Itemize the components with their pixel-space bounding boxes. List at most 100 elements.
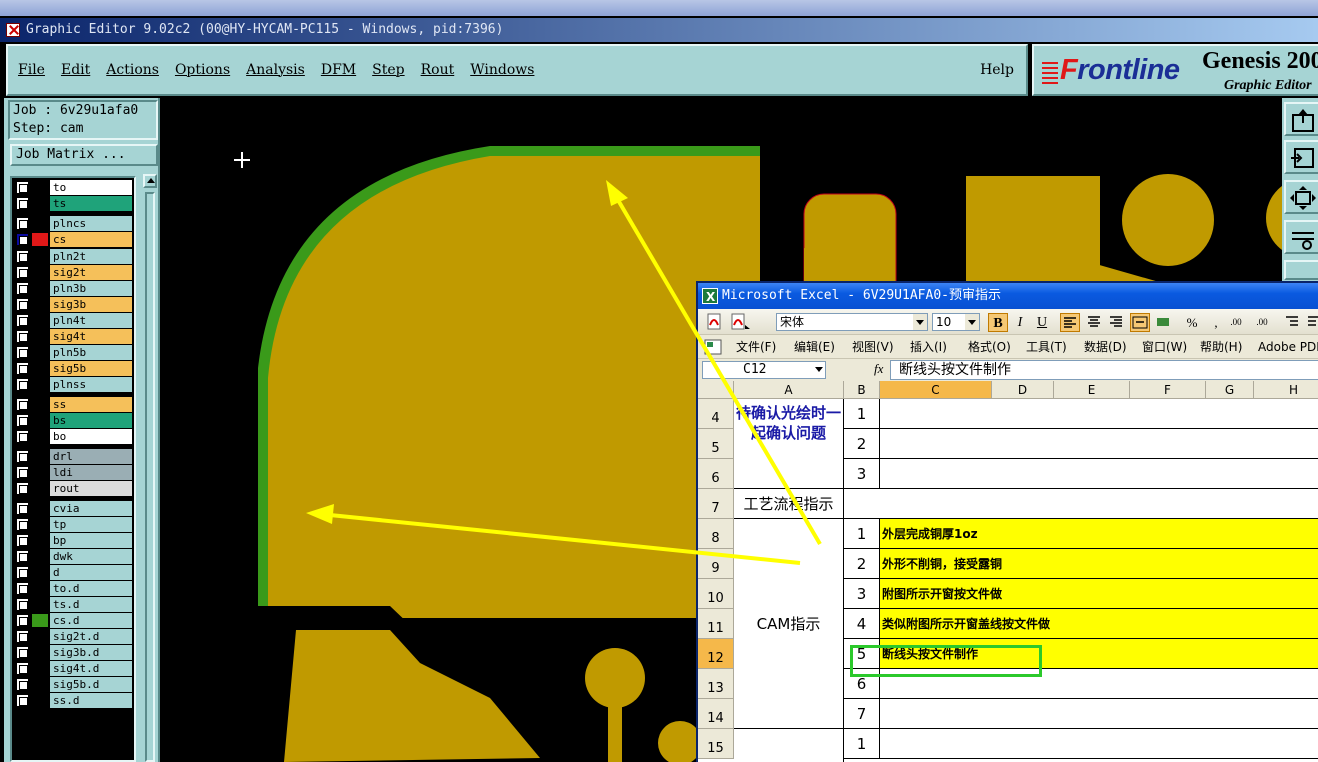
cam-item-7[interactable] <box>880 699 1318 729</box>
layer-checkbox[interactable] <box>16 534 29 547</box>
menu-help[interactable]: Help <box>980 62 1014 78</box>
cell-num[interactable]: 1 <box>844 519 880 549</box>
layer-row-cs-d[interactable]: cs.d <box>14 613 132 628</box>
layer-name[interactable]: to <box>50 180 132 195</box>
layer-checkbox[interactable] <box>16 630 29 643</box>
layer-name[interactable]: rout <box>50 481 132 496</box>
layer-name[interactable]: d <box>50 565 132 580</box>
layer-name[interactable]: cs <box>50 232 132 247</box>
layer-checkbox[interactable] <box>16 550 29 563</box>
xl-menu-view[interactable]: 视图(V) <box>852 335 894 359</box>
layer-name[interactable]: cs.d <box>50 613 132 628</box>
pdf-email-button[interactable] <box>730 313 750 331</box>
align-center-button[interactable] <box>1084 313 1104 332</box>
layer-checkbox[interactable] <box>16 314 29 327</box>
layer-row-sig5b-d[interactable]: sig5b.d <box>14 677 132 692</box>
row-header-selected[interactable]: 12 <box>698 639 734 669</box>
layer-name[interactable]: ldi <box>50 465 132 480</box>
cell-num[interactable]: 1 <box>844 729 880 759</box>
currency-button[interactable] <box>1156 313 1170 332</box>
layer-row-ts-d[interactable]: ts.d <box>14 597 132 612</box>
chevron-down-icon[interactable] <box>965 314 979 330</box>
menu-edit[interactable]: Edit <box>61 62 90 78</box>
row-header[interactable]: 11 <box>698 609 734 639</box>
menu-windows[interactable]: Windows <box>470 62 534 78</box>
italic-button[interactable]: I <box>1010 313 1030 332</box>
menu-step[interactable]: Step <box>372 62 404 78</box>
layer-row-pln2t[interactable]: pln2t <box>14 249 132 264</box>
layer-checkbox[interactable] <box>16 378 29 391</box>
row-header[interactable]: 5 <box>698 429 734 459</box>
layer-name[interactable]: pln2t <box>50 249 132 264</box>
layer-checkbox[interactable] <box>16 450 29 463</box>
layer-color-swatch[interactable] <box>32 466 48 479</box>
layer-name[interactable]: plnss <box>50 377 132 392</box>
layer-checkbox[interactable] <box>16 330 29 343</box>
cell-c5[interactable] <box>880 429 1318 459</box>
layer-row-pln4t[interactable]: pln4t <box>14 313 132 328</box>
col-header-g[interactable]: G <box>1206 381 1254 399</box>
scroll-track[interactable] <box>145 192 155 762</box>
layer-color-swatch[interactable] <box>32 450 48 463</box>
xl-menu-edit[interactable]: 编辑(E) <box>794 335 835 359</box>
layer-checkbox[interactable] <box>16 430 29 443</box>
row-header[interactable]: 14 <box>698 699 734 729</box>
layer-color-swatch[interactable] <box>32 217 48 230</box>
layer-row-cs[interactable]: cs <box>14 232 132 247</box>
layer-name[interactable]: sig3b.d <box>50 645 132 660</box>
layer-name[interactable]: dwk <box>50 549 132 564</box>
cam-item-2[interactable]: 外形不削铜，接受露铜 <box>880 549 1318 579</box>
increase-decimal-button[interactable]: .00 <box>1226 313 1246 332</box>
menu-rout[interactable]: Rout <box>421 62 455 78</box>
layer-checkbox[interactable] <box>16 362 29 375</box>
layer-color-swatch[interactable] <box>32 614 48 627</box>
row-header[interactable]: 13 <box>698 669 734 699</box>
layer-color-swatch[interactable] <box>32 694 48 707</box>
align-right-button[interactable] <box>1106 313 1126 332</box>
row-header[interactable]: 4 <box>698 399 734 429</box>
layer-checkbox[interactable] <box>16 250 29 263</box>
layer-row-tp[interactable]: tp <box>14 517 132 532</box>
layer-color-swatch[interactable] <box>32 534 48 547</box>
merge-center-button[interactable] <box>1130 313 1150 332</box>
layer-name[interactable]: drl <box>50 449 132 464</box>
layer-color-swatch[interactable] <box>32 482 48 495</box>
layer-color-swatch[interactable] <box>32 414 48 427</box>
layer-name[interactable]: plncs <box>50 216 132 231</box>
layer-color-swatch[interactable] <box>32 197 48 210</box>
layer-checkbox[interactable] <box>16 197 29 210</box>
confirm-issues-label[interactable]: 待确认光绘时一起确认问题 <box>734 399 844 489</box>
xl-menu-insert[interactable]: 插入(I) <box>910 335 947 359</box>
layer-checkbox[interactable] <box>16 346 29 359</box>
cam-label[interactable]: CAM指示 <box>734 519 844 729</box>
xl-menu-adobe-pdf[interactable]: Adobe PDF(B) <box>1258 335 1318 359</box>
cell-b7[interactable] <box>844 489 1318 519</box>
layer-color-swatch[interactable] <box>32 282 48 295</box>
cam-item-3[interactable]: 附图所示开窗按文件做 <box>880 579 1318 609</box>
layer-row-pln5b[interactable]: pln5b <box>14 345 132 360</box>
layer-color-swatch[interactable] <box>32 398 48 411</box>
layer-row-plncs[interactable]: plncs <box>14 216 132 231</box>
xl-menu-help[interactable]: 帮助(H) <box>1200 335 1242 359</box>
job-matrix-button[interactable]: Job Matrix ... <box>10 144 158 166</box>
layer-row-to-d[interactable]: to.d <box>14 581 132 596</box>
bold-button[interactable]: B <box>988 313 1008 332</box>
formula-input[interactable]: 断线头按文件制作 <box>890 360 1318 380</box>
scroll-up-icon[interactable] <box>143 174 157 188</box>
layer-row-sig2t-d[interactable]: sig2t.d <box>14 629 132 644</box>
row-header[interactable]: 9 <box>698 549 734 579</box>
layer-name[interactable]: sig5b.d <box>50 677 132 692</box>
layer-checkbox[interactable] <box>16 266 29 279</box>
layer-checkbox[interactable] <box>16 282 29 295</box>
more-tool-button[interactable] <box>1284 260 1318 280</box>
layer-checkbox[interactable] <box>16 398 29 411</box>
xl-menu-window[interactable]: 窗口(W) <box>1142 335 1187 359</box>
col-header-h[interactable]: H <box>1254 381 1318 399</box>
row-header[interactable]: 15 <box>698 729 734 759</box>
layer-color-swatch[interactable] <box>32 181 48 194</box>
layer-color-swatch[interactable] <box>32 250 48 263</box>
app-close-icon[interactable] <box>6 23 20 37</box>
layer-row-sig3b-d[interactable]: sig3b.d <box>14 645 132 660</box>
layer-name[interactable]: pln3b <box>50 281 132 296</box>
layer-checkbox[interactable] <box>16 566 29 579</box>
